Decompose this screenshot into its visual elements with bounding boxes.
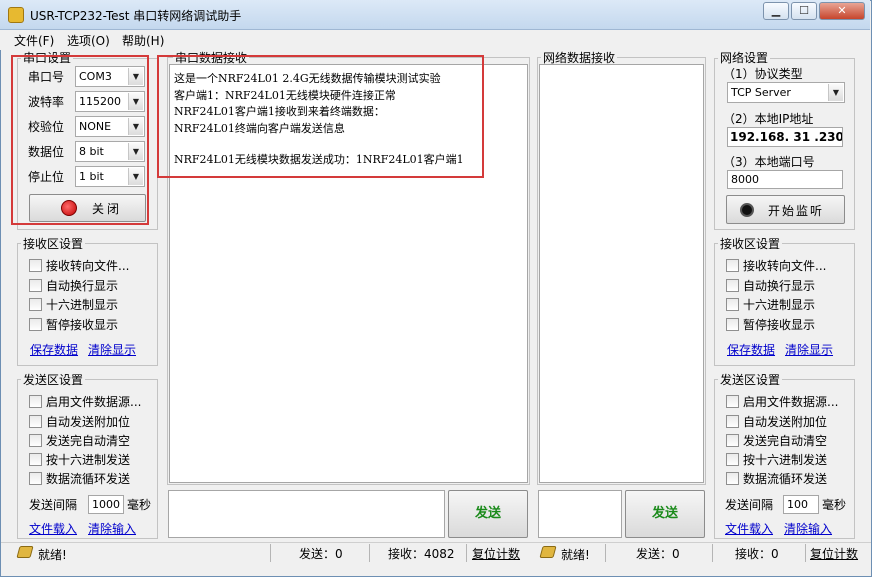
left-recv-to-file-label: 接收转向文件... [46, 259, 130, 273]
left-recv-settings-title: 接收区设置 [21, 237, 86, 251]
left-recv-to-file-checkbox[interactable] [29, 259, 42, 272]
left-hex-display-checkbox[interactable] [29, 298, 42, 311]
left-save-data-link[interactable]: 保存数据 [30, 341, 78, 358]
status-separator [805, 544, 806, 562]
right-pause-display-label: 暂停接收显示 [743, 318, 816, 332]
status-bar-divider [1, 542, 871, 543]
right-append-bit-label: 自动发送附加位 [743, 415, 828, 429]
status-separator [712, 544, 713, 562]
serial-send-button[interactable]: 发送 [448, 490, 528, 538]
menu-options[interactable]: 选项(O) [67, 32, 110, 49]
left-file-source-checkbox[interactable] [29, 395, 42, 408]
app-icon [8, 7, 24, 23]
left-interval-label: 发送间隔 [29, 498, 78, 512]
right-clear-display-link[interactable]: 清除显示 [785, 341, 833, 358]
left-pause-display-label: 暂停接收显示 [46, 318, 119, 332]
right-load-file-link[interactable]: 文件载入 [725, 520, 773, 537]
right-recv-settings-title: 接收区设置 [718, 237, 783, 251]
menu-help[interactable]: 帮助(H) [122, 32, 164, 49]
right-file-source-checkbox[interactable] [726, 395, 739, 408]
left-auto-clear-checkbox[interactable] [29, 434, 42, 447]
left-status-ready: 就绪! [38, 548, 67, 562]
right-clear-input-link[interactable]: 清除输入 [784, 520, 832, 537]
port-number-input[interactable]: 8000 [727, 170, 843, 189]
left-auto-clear-label: 发送完自动清空 [46, 434, 131, 448]
listen-label: 开始监听 [768, 204, 825, 218]
window-title: USR-TCP232-Test 串口转网络调试助手 [30, 9, 242, 23]
left-append-bit-checkbox[interactable] [29, 415, 42, 428]
left-loop-send-checkbox[interactable] [29, 472, 42, 485]
minimize-button[interactable]: ▁ [763, 2, 789, 20]
right-hex-send-checkbox[interactable] [726, 453, 739, 466]
left-clear-input-link[interactable]: 清除输入 [88, 520, 136, 537]
right-pause-display-checkbox[interactable] [726, 318, 739, 331]
highlight-box-recv [157, 55, 484, 178]
left-status-received: 接收：4082 [388, 547, 455, 561]
right-append-bit-checkbox[interactable] [726, 415, 739, 428]
network-settings-title: 网络设置 [718, 51, 771, 65]
right-hex-display-checkbox[interactable] [726, 298, 739, 311]
right-auto-clear-label: 发送完自动清空 [743, 434, 828, 448]
left-interval-input[interactable]: 1000 [88, 495, 124, 514]
right-auto-wrap-label: 自动换行显示 [743, 279, 816, 293]
left-send-settings-title: 发送区设置 [21, 373, 86, 387]
right-reset-count-button[interactable]: 复位计数 [810, 545, 858, 562]
right-status-ready: 就绪! [561, 548, 590, 562]
maximize-button[interactable]: ☐ [791, 2, 817, 20]
port-number-label: （3）本地端口号 [723, 155, 815, 169]
chevron-down-icon[interactable]: ▼ [828, 84, 843, 101]
record-icon [740, 203, 754, 217]
right-file-source-label: 启用文件数据源... [743, 395, 839, 409]
right-hex-display-label: 十六进制显示 [743, 298, 816, 312]
left-pause-display-checkbox[interactable] [29, 318, 42, 331]
left-hex-send-checkbox[interactable] [29, 453, 42, 466]
status-separator [605, 544, 606, 562]
left-auto-wrap-label: 自动换行显示 [46, 279, 119, 293]
protocol-label: （1）协议类型 [723, 67, 803, 81]
left-append-bit-label: 自动发送附加位 [46, 415, 131, 429]
left-clear-display-link[interactable]: 清除显示 [88, 341, 136, 358]
right-interval-unit: 毫秒 [822, 498, 847, 512]
ip-input[interactable]: 192.168. 31 .230 [727, 127, 843, 147]
left-status-sent: 发送：0 [299, 547, 343, 561]
left-file-source-label: 启用文件数据源... [46, 395, 142, 409]
right-interval-input[interactable]: 100 [783, 495, 819, 514]
right-loop-send-checkbox[interactable] [726, 472, 739, 485]
net-send-textarea[interactable] [538, 490, 622, 538]
right-loop-send-label: 数据流循环发送 [743, 472, 828, 486]
right-recv-to-file-checkbox[interactable] [726, 259, 739, 272]
protocol-select[interactable]: TCP Server ▼ [727, 82, 845, 103]
right-status-sent: 发送：0 [636, 547, 680, 561]
net-send-button[interactable]: 发送 [625, 490, 705, 538]
serial-send-textarea[interactable] [168, 490, 445, 538]
close-button[interactable]: ✕ [819, 2, 865, 20]
left-auto-wrap-checkbox[interactable] [29, 279, 42, 292]
left-hex-display-label: 十六进制显示 [46, 298, 119, 312]
right-send-settings-title: 发送区设置 [718, 373, 783, 387]
ip-label: （2）本地IP地址 [723, 112, 814, 126]
right-auto-clear-checkbox[interactable] [726, 434, 739, 447]
left-loop-send-label: 数据流循环发送 [46, 472, 131, 486]
left-load-file-link[interactable]: 文件载入 [29, 520, 77, 537]
status-separator [369, 544, 370, 562]
menu-file[interactable]: 文件(F) [14, 32, 54, 49]
left-reset-count-button[interactable]: 复位计数 [472, 545, 520, 562]
highlight-box-serial [11, 55, 149, 225]
protocol-value: TCP Server [731, 86, 791, 99]
right-interval-label: 发送间隔 [725, 498, 774, 512]
status-separator [270, 544, 271, 562]
net-recv-textarea[interactable] [539, 64, 704, 483]
right-status-received: 接收：0 [735, 547, 779, 561]
left-interval-unit: 毫秒 [127, 498, 152, 512]
right-hex-send-label: 按十六进制发送 [743, 453, 828, 467]
right-auto-wrap-checkbox[interactable] [726, 279, 739, 292]
right-save-data-link[interactable]: 保存数据 [727, 341, 775, 358]
status-separator [466, 544, 467, 562]
left-hex-send-label: 按十六进制发送 [46, 453, 131, 467]
net-recv-title: 网络数据接收 [541, 51, 618, 65]
right-recv-to-file-label: 接收转向文件... [743, 259, 827, 273]
